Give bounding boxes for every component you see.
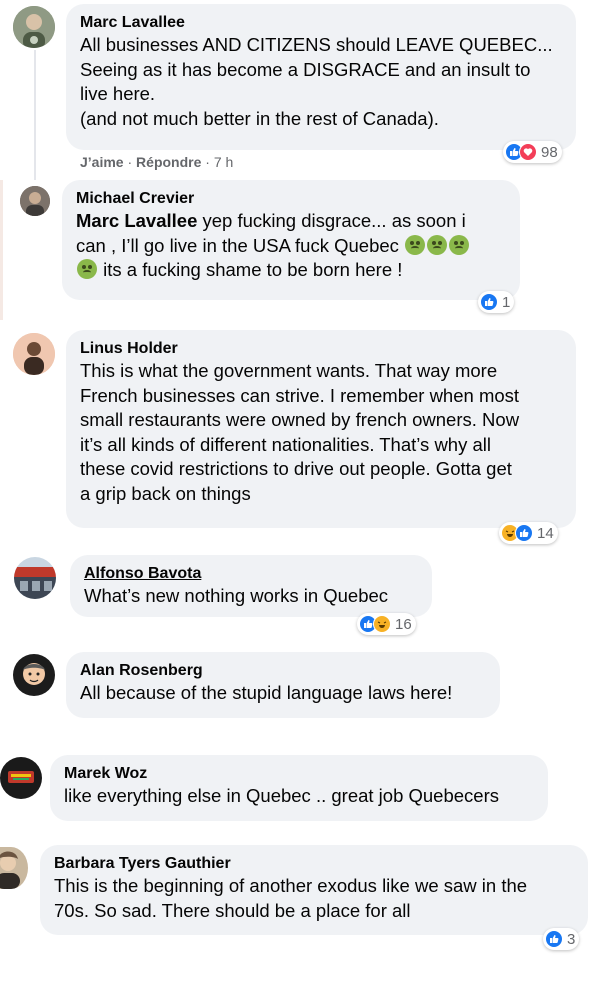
comment-line: like everything else in Quebec .. great … <box>64 785 499 806</box>
comment-line: Seeing as it has become a DISGRACE and a… <box>80 58 531 80</box>
avatar[interactable] <box>13 654 55 696</box>
comment-line: these covid restrictions to drive out pe… <box>80 458 512 479</box>
comment-line: All because of the stupid language laws … <box>80 682 453 703</box>
sick-emoji-icon <box>427 234 448 255</box>
comment-line: its a fucking shame to be born here ! <box>76 258 508 283</box>
reaction-summary[interactable]: 1 <box>478 291 515 313</box>
comment-line: a grip back on things <box>80 482 251 504</box>
reaction-count: 3 <box>567 930 576 948</box>
comment-bubble: Michael Crevier Marc Lavallee yep fuckin… <box>62 180 520 300</box>
comment-text: What’s new nothing works in Quebec <box>84 584 420 609</box>
reaction-summary[interactable]: 14 <box>499 522 558 544</box>
avatar[interactable] <box>14 557 56 599</box>
comment-line: small restaurants were owned by french o… <box>80 409 520 430</box>
reaction-summary[interactable]: 98 <box>503 141 562 163</box>
comment-line: live here. <box>80 83 156 104</box>
comment-line: What’s new nothing works in Quebec <box>84 585 389 606</box>
thread-line <box>34 50 36 180</box>
comment-line: All businesses AND CITIZENS should LEAVE… <box>80 34 553 55</box>
comment-text: All because of the stupid language laws … <box>80 681 488 706</box>
reaction-count: 98 <box>541 143 558 161</box>
comment-text: Marc Lavallee yep fucking disgrace... as… <box>76 209 508 283</box>
comment-bubble: Marc Lavallee All businesses AND CITIZEN… <box>66 4 576 150</box>
like-reaction-icon <box>545 930 563 948</box>
comment-text: All businesses AND CITIZENS should LEAVE… <box>80 33 564 131</box>
sick-emoji-icon <box>77 259 97 279</box>
reaction-count: 16 <box>395 615 412 633</box>
comment-bubble: Alan Rosenberg All because of the stupid… <box>66 652 500 718</box>
avatar[interactable] <box>13 6 55 48</box>
comment-line: Marc Lavallee yep fucking disgrace... as… <box>76 209 508 234</box>
separator: · <box>123 154 137 170</box>
comment-author[interactable]: Alfonso Bavota <box>84 563 420 584</box>
comment-bubble: Marek Woz like everything else in Quebec… <box>50 755 548 821</box>
reaction-summary[interactable]: 16 <box>357 613 416 635</box>
comment-line: 70s. So sad. There should be a place for… <box>54 899 411 921</box>
like-reaction-icon <box>515 524 533 542</box>
comment-author[interactable]: Linus Holder <box>80 338 564 359</box>
reaction-count: 14 <box>537 524 554 542</box>
avatar[interactable] <box>0 757 42 799</box>
comment-author[interactable]: Alan Rosenberg <box>80 660 488 681</box>
comment-author[interactable]: Barbara Tyers Gauthier <box>54 853 576 874</box>
comment-line-text: yep fucking disgrace... as soon i <box>197 210 466 231</box>
avatar[interactable] <box>20 186 50 216</box>
haha-reaction-icon <box>373 615 391 633</box>
comment-text: This is what the government wants. That … <box>80 359 564 506</box>
reaction-count: 1 <box>502 293 511 311</box>
avatar[interactable] <box>0 847 28 889</box>
comment-bubble: Alfonso Bavota What’s new nothing works … <box>70 555 432 617</box>
thread-line <box>0 180 3 320</box>
mention-link[interactable]: Marc Lavallee <box>76 210 197 231</box>
like-link[interactable]: J’aime <box>80 154 124 170</box>
timestamp[interactable]: 7 h <box>214 154 233 170</box>
like-reaction-icon <box>480 293 498 311</box>
comment-author[interactable]: Michael Crevier <box>76 188 508 209</box>
comment-text: This is the beginning of another exodus … <box>54 874 576 923</box>
reaction-summary[interactable]: 3 <box>543 928 580 950</box>
comment-author[interactable]: Marc Lavallee <box>80 12 564 33</box>
love-reaction-icon <box>519 143 537 161</box>
avatar[interactable] <box>13 333 55 375</box>
comment-line-text: can , I’ll go live in the USA fuck Quebe… <box>76 234 405 256</box>
comment-text: like everything else in Quebec .. great … <box>64 784 536 809</box>
comment-line: (and not much better in the rest of Cana… <box>80 107 439 129</box>
comment-line: This is the beginning of another exodus … <box>54 875 528 896</box>
comment-line: it’s all kinds of different nationalitie… <box>80 433 491 455</box>
comment-actions: J’aime · Répondre · 7 h <box>80 154 233 170</box>
comment-bubble: Linus Holder This is what the government… <box>66 330 576 528</box>
comment-line-text: its a fucking shame to be born here ! <box>98 259 403 280</box>
comment-line: can , I’ll go live in the USA fuck Quebe… <box>76 234 508 259</box>
comment-author[interactable]: Marek Woz <box>64 763 536 784</box>
sick-emoji-icon <box>449 234 470 255</box>
reply-link[interactable]: Répondre <box>136 154 201 170</box>
comment-bubble: Barbara Tyers Gauthier This is the begin… <box>40 845 588 935</box>
separator: · <box>201 154 214 170</box>
comment-line: This is what the government wants. That … <box>80 360 498 381</box>
comment-line: French businesses can strive. I remember… <box>80 384 520 406</box>
sick-emoji-icon <box>405 234 426 255</box>
